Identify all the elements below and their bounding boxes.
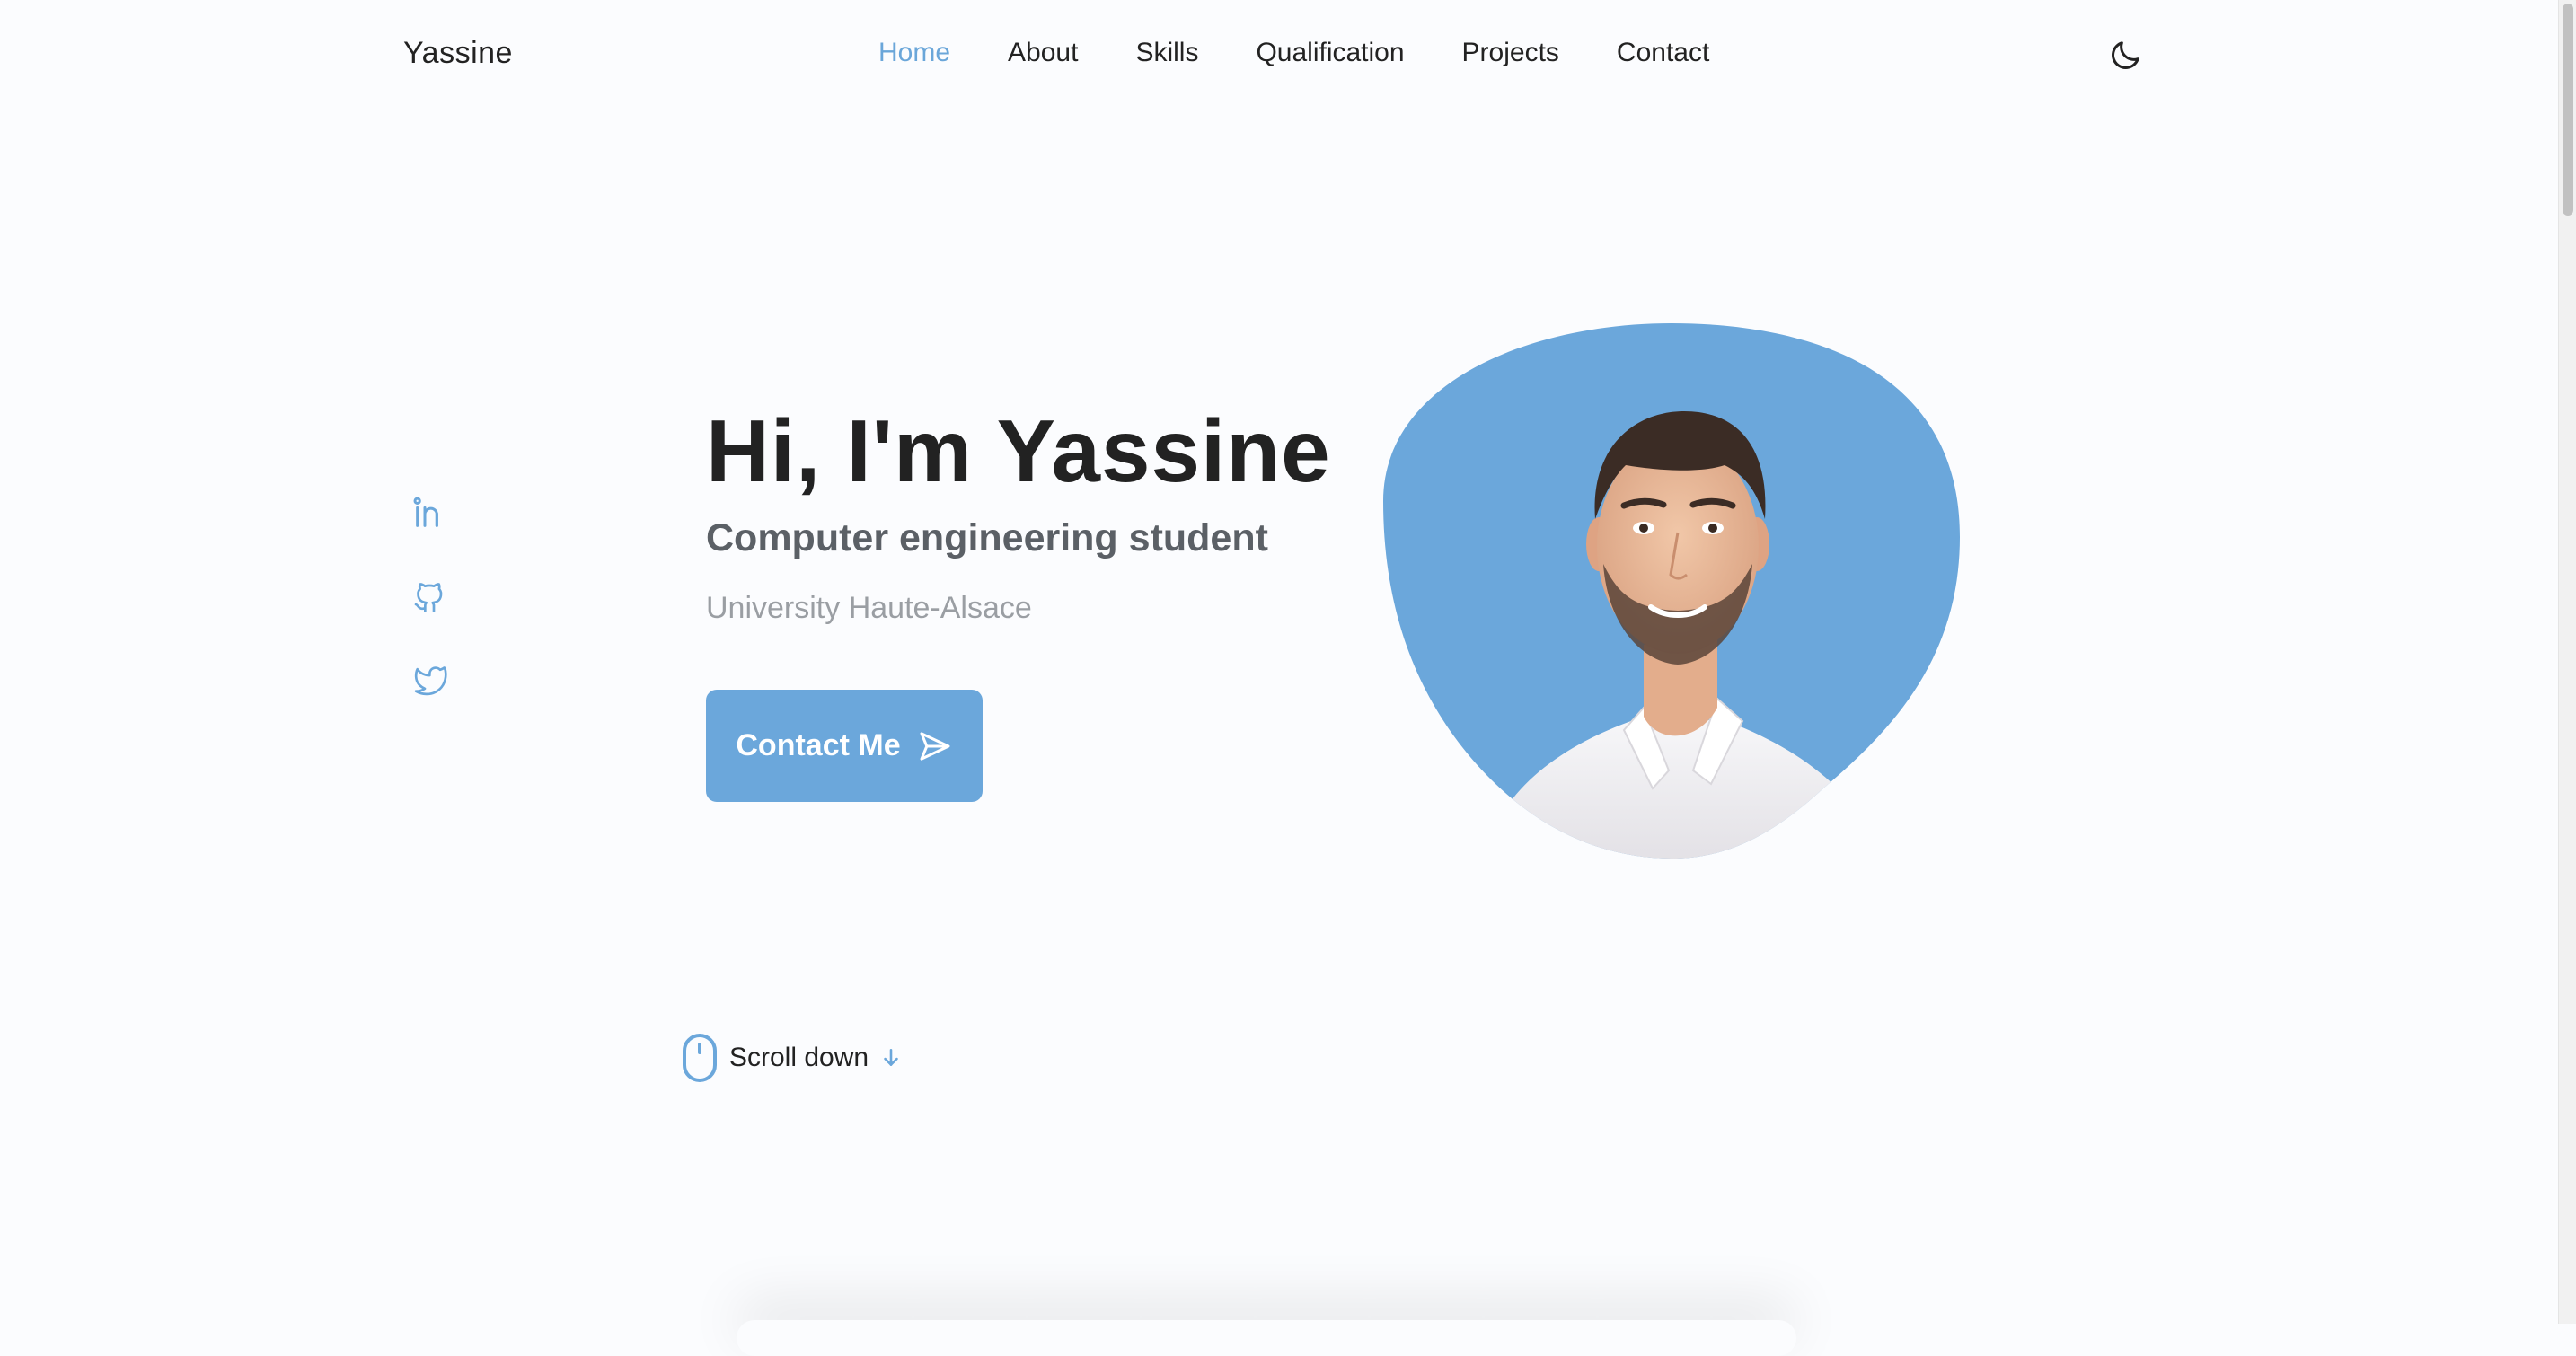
- site-header: Yassine Home About Skills Qualification …: [0, 0, 2558, 113]
- scrollbar-thumb[interactable]: [2563, 4, 2573, 216]
- social-links: [411, 496, 447, 697]
- twitter-icon[interactable]: [411, 661, 447, 697]
- scroll-down-label: Scroll down: [729, 1043, 869, 1072]
- arrow-down-icon: [879, 1044, 903, 1071]
- nav-contact[interactable]: Contact: [1617, 38, 1709, 68]
- hero-title: Hi, I'm Yassine: [706, 401, 1331, 500]
- page-scrollbar[interactable]: [2558, 0, 2576, 1324]
- mouse-icon: [681, 1033, 719, 1083]
- github-icon[interactable]: [411, 578, 447, 614]
- nav-about[interactable]: About: [1008, 38, 1078, 68]
- nav-home[interactable]: Home: [878, 38, 950, 68]
- moon-icon[interactable]: [2107, 38, 2143, 74]
- nav-qualification[interactable]: Qualification: [1256, 38, 1404, 68]
- nav-projects[interactable]: Projects: [1462, 38, 1559, 68]
- nav-skills[interactable]: Skills: [1135, 38, 1198, 68]
- contact-button-label: Contact Me: [736, 728, 901, 762]
- next-section-card: [737, 1320, 1796, 1356]
- scroll-down-link[interactable]: Scroll down: [681, 1033, 903, 1083]
- profile-photo: [1383, 321, 1960, 860]
- hero-description: University Haute-Alsace: [706, 591, 1032, 625]
- linkedin-icon[interactable]: [411, 496, 447, 532]
- send-icon: [917, 728, 953, 764]
- hero-subtitle: Computer engineering student: [706, 516, 1268, 559]
- site-logo[interactable]: Yassine: [403, 36, 513, 71]
- main-nav: Home About Skills Qualification Projects…: [878, 38, 1767, 68]
- contact-me-button[interactable]: Contact Me: [706, 690, 983, 802]
